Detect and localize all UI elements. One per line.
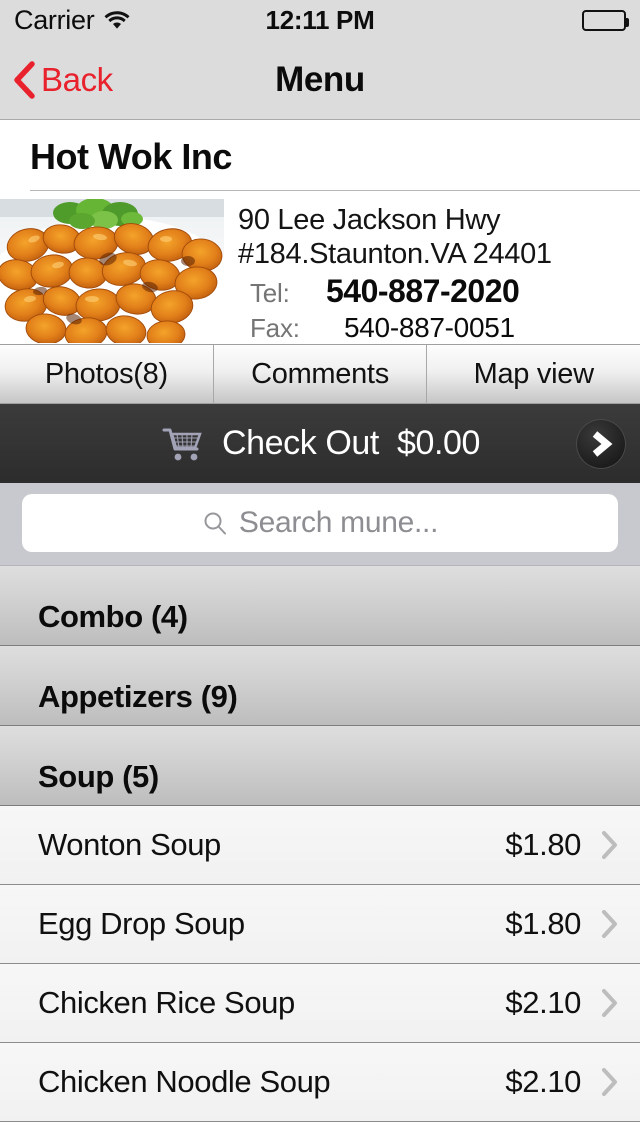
section-header-combo[interactable]: Combo (4) — [0, 566, 640, 647]
fax-value: 540-887-0051 — [344, 312, 515, 344]
tab-photos[interactable]: Photos(8) — [0, 345, 214, 404]
tab-bar: Photos(8) Comments Map view — [0, 344, 640, 405]
telephone-label: Tel: — [250, 278, 290, 309]
restaurant-photo[interactable] — [0, 199, 224, 343]
app-screen: Carrier 12:11 PM Back Menu Hot Wok Inc 9… — [0, 0, 640, 1136]
tab-comments[interactable]: Comments — [214, 345, 428, 404]
telephone-value[interactable]: 540-887-2020 — [326, 273, 520, 310]
address-line-1: 90 Lee Jackson Hwy — [238, 204, 501, 236]
menu-item-row[interactable]: Chicken Noodle Soup $2.10 — [0, 1043, 640, 1123]
search-input[interactable]: Search mune... — [22, 494, 618, 553]
carrier-label: Carrier — [14, 4, 95, 35]
search-bar: Search mune... — [0, 483, 640, 567]
section-title: Soup (5) — [38, 759, 159, 795]
menu-item-row[interactable]: Egg Drop Soup $1.80 — [0, 885, 640, 965]
status-bar-left: Carrier — [14, 5, 130, 36]
restaurant-contact-info: 90 Lee Jackson Hwy #184.Staunton.VA 2440… — [224, 199, 640, 344]
checkout-bar[interactable]: Check Out $0.00 — [0, 404, 640, 484]
chevron-right-icon — [601, 1067, 618, 1097]
checkout-label: Check Out — [221, 424, 379, 463]
section-header-soup[interactable]: Soup (5) — [0, 726, 640, 807]
menu-item-price: $2.10 — [505, 1064, 581, 1100]
telephone-row[interactable]: Tel: 540-887-2020 — [238, 273, 640, 310]
back-label: Back — [41, 60, 113, 98]
navigation-bar: Back Menu — [0, 40, 640, 120]
menu-item-name: Chicken Rice Soup — [38, 985, 295, 1021]
menu-item-name: Wonton Soup — [38, 827, 221, 863]
battery-icon — [582, 9, 629, 31]
chevron-right-icon — [601, 988, 618, 1018]
chevron-right-icon — [601, 909, 618, 939]
menu-item-row[interactable]: Chicken Rice Soup $2.10 — [0, 964, 640, 1044]
menu-item-name: Chicken Noodle Soup — [38, 1064, 331, 1100]
menu-list: Combo (4) Appetizers (9) Soup (5) Wonton… — [0, 566, 640, 1123]
menu-item-price: $1.80 — [505, 906, 581, 942]
search-placeholder: Search mune... — [238, 506, 439, 540]
chevron-right-icon — [601, 830, 618, 860]
section-header-appetizers[interactable]: Appetizers (9) — [0, 646, 640, 727]
status-bar-right — [582, 9, 629, 31]
status-bar: Carrier 12:11 PM — [0, 0, 640, 40]
menu-item-name: Egg Drop Soup — [38, 906, 245, 942]
address-line-2: #184.Staunton.VA 24401 — [238, 238, 552, 271]
restaurant-info-block: Hot Wok Inc 90 Lee Jackson Hwy #184.Stau… — [0, 120, 640, 345]
restaurant-details-row: 90 Lee Jackson Hwy #184.Staunton.VA 2440… — [0, 191, 640, 344]
shopping-cart-icon — [160, 424, 206, 464]
checkout-arrow-button[interactable] — [576, 418, 626, 469]
restaurant-name: Hot Wok Inc — [30, 136, 232, 177]
menu-item-price: $2.10 — [505, 985, 581, 1021]
search-icon — [202, 510, 228, 536]
tab-map-view[interactable]: Map view — [427, 345, 640, 403]
chevron-left-icon — [13, 60, 35, 99]
section-title: Combo (4) — [38, 599, 188, 635]
menu-item-row[interactable]: Wonton Soup $1.80 — [0, 806, 640, 886]
fax-row: Fax: 540-887-0051 — [238, 312, 640, 344]
back-button[interactable]: Back — [0, 61, 113, 99]
wifi-icon — [104, 10, 130, 30]
menu-item-price: $1.80 — [505, 827, 581, 863]
checkout-total: $0.00 — [396, 424, 481, 463]
fax-label: Fax: — [250, 313, 300, 344]
section-title: Appetizers (9) — [38, 679, 238, 715]
